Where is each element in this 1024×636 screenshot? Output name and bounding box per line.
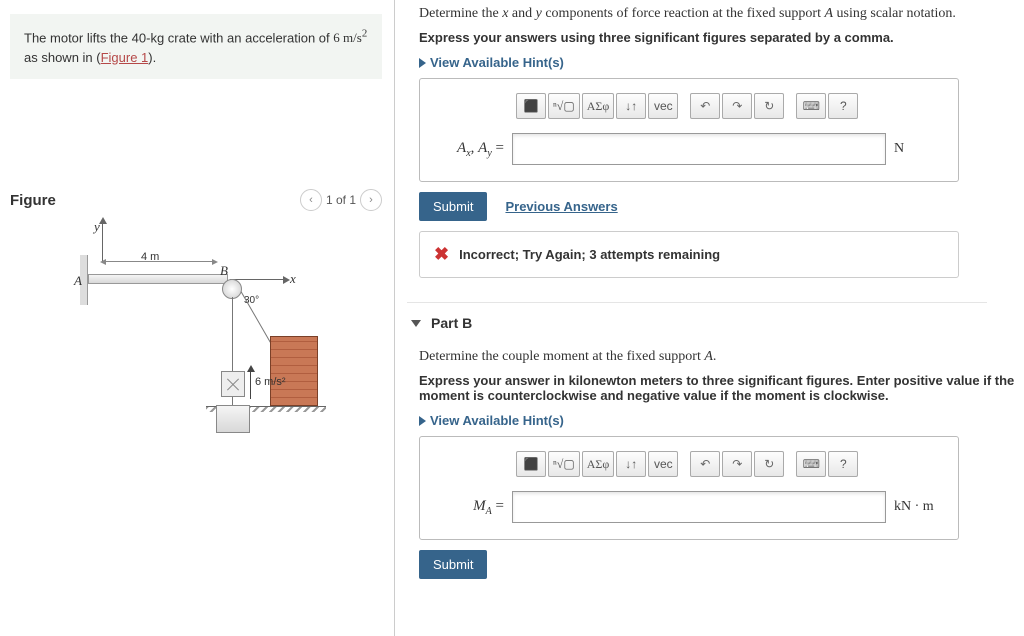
caret-right-icon xyxy=(419,58,426,68)
next-figure-button[interactable]: › xyxy=(360,189,382,211)
part-b-answer-box: ⬛ ⁿ√▢ ΑΣφ ↓↑ vec ↶ ↷ ↻ ⌨ ? MA = kN · m xyxy=(419,436,959,540)
figure-diagram: y A 4 m B x 30° 6 m/s² xyxy=(46,221,346,451)
part-a-hints-toggle[interactable]: View Available Hint(s) xyxy=(419,55,1024,70)
part-b-instruction: Express your answer in kilonewton meters… xyxy=(419,373,1024,403)
part-b-unit: kN · m xyxy=(894,499,940,515)
keyboard-button[interactable]: ⌨ xyxy=(796,451,826,477)
previous-answers-link[interactable]: Previous Answers xyxy=(505,199,617,214)
figure-pager: ‹ 1 of 1 › xyxy=(300,189,382,211)
problem-intro: The motor lifts the 40-kg crate with an … xyxy=(10,14,382,79)
prev-figure-button[interactable]: ‹ xyxy=(300,189,322,211)
redo-button[interactable]: ↷ xyxy=(722,93,752,119)
dimension-4m: 4 m xyxy=(141,251,159,263)
part-a-submit-button[interactable]: Submit xyxy=(419,192,487,221)
part-a-feedback: ✖ Incorrect; Try Again; 3 attempts remai… xyxy=(419,231,959,278)
undo-button[interactable]: ↶ xyxy=(690,451,720,477)
undo-button[interactable]: ↶ xyxy=(690,93,720,119)
subscript-button[interactable]: ↓↑ xyxy=(616,93,646,119)
part-b-toolbar: ⬛ ⁿ√▢ ΑΣφ ↓↑ vec ↶ ↷ ↻ ⌨ ? xyxy=(516,451,940,477)
feedback-text: Incorrect; Try Again; 3 attempts remaini… xyxy=(459,247,720,262)
part-a-instruction: Express your answers using three signifi… xyxy=(419,30,1024,45)
help-button[interactable]: ? xyxy=(828,451,858,477)
caret-right-icon xyxy=(419,416,426,426)
axis-y-label: y xyxy=(94,219,100,235)
figure-title: Figure xyxy=(10,192,56,209)
part-b-label: MA = xyxy=(438,498,504,517)
sqrt-button[interactable]: ⁿ√▢ xyxy=(548,451,580,477)
figure-link[interactable]: Figure 1 xyxy=(101,50,149,65)
part-a-label: Ax, Ay = xyxy=(438,140,504,159)
part-a-unit: N xyxy=(894,141,940,157)
caret-down-icon xyxy=(411,320,421,327)
templates-button[interactable]: ⬛ xyxy=(516,93,546,119)
reset-button[interactable]: ↻ xyxy=(754,93,784,119)
point-a-label: A xyxy=(74,273,82,289)
vec-button[interactable]: vec xyxy=(648,451,678,477)
redo-button[interactable]: ↷ xyxy=(722,451,752,477)
incorrect-icon: ✖ xyxy=(434,244,449,265)
part-b-submit-button[interactable]: Submit xyxy=(419,550,487,579)
subscript-button[interactable]: ↓↑ xyxy=(616,451,646,477)
sqrt-button[interactable]: ⁿ√▢ xyxy=(548,93,580,119)
vec-button[interactable]: vec xyxy=(648,93,678,119)
part-a-toolbar: ⬛ ⁿ√▢ ΑΣφ ↓↑ vec ↶ ↷ ↻ ⌨ ? xyxy=(516,93,940,119)
part-b-header[interactable]: Part B xyxy=(407,302,987,331)
part-b-hints-toggle[interactable]: View Available Hint(s) xyxy=(419,413,1024,428)
help-button[interactable]: ? xyxy=(828,93,858,119)
pager-text: 1 of 1 xyxy=(326,193,356,207)
templates-button[interactable]: ⬛ xyxy=(516,451,546,477)
intro-text: The motor lifts the 40-kg crate with an … xyxy=(24,30,333,45)
reset-button[interactable]: ↻ xyxy=(754,451,784,477)
part-a-question: Determine the x and y components of forc… xyxy=(419,6,1024,22)
part-b-question: Determine the couple moment at the fixed… xyxy=(419,349,1024,365)
greek-button[interactable]: ΑΣφ xyxy=(582,93,615,119)
acceleration-label: 6 m/s² xyxy=(255,376,286,388)
point-b-label: B xyxy=(220,263,228,279)
part-b-input[interactable] xyxy=(512,491,886,523)
intro-accel: 6 m/s2 xyxy=(333,30,367,45)
part-a-input[interactable] xyxy=(512,133,886,165)
part-a-answer-box: ⬛ ⁿ√▢ ΑΣφ ↓↑ vec ↶ ↷ ↻ ⌨ ? Ax, Ay = N xyxy=(419,78,959,182)
greek-button[interactable]: ΑΣφ xyxy=(582,451,615,477)
keyboard-button[interactable]: ⌨ xyxy=(796,93,826,119)
axis-x-label: x xyxy=(290,271,296,287)
